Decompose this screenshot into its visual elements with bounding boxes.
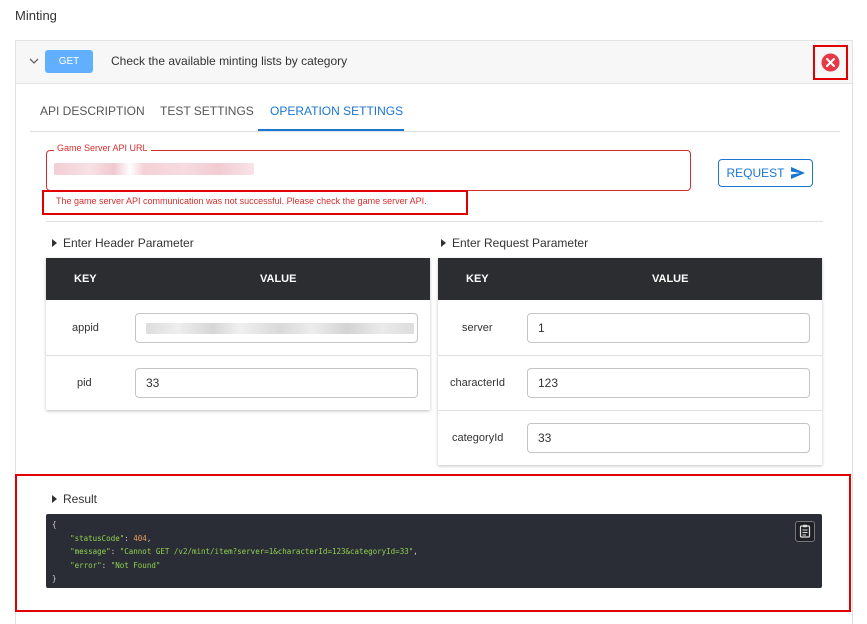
url-value-redacted	[54, 163, 254, 175]
json-value-message: "Cannot GET /v2/mint/item?server=1&chara…	[119, 547, 414, 556]
param-value-pid-input[interactable]: 33	[135, 368, 418, 398]
appid-value-redacted	[146, 323, 414, 334]
copy-result-button[interactable]	[795, 521, 815, 542]
request-button-label: REQUEST	[726, 166, 785, 180]
param-value-appid-input[interactable]	[135, 313, 418, 343]
column-header-value: VALUE	[652, 273, 689, 285]
row-divider	[46, 355, 430, 356]
section-title: Minting	[15, 8, 57, 23]
tab-operation-settings[interactable]: OPERATION SETTINGS	[270, 104, 403, 118]
request-button[interactable]: REQUEST	[718, 159, 813, 187]
json-value-error: "Not Found"	[110, 560, 161, 570]
section-divider	[46, 221, 823, 222]
tab-api-description[interactable]: API DESCRIPTION	[40, 104, 145, 118]
header-params-table: KEY VALUE appid pid 33	[46, 258, 430, 410]
param-value-categoryid-input[interactable]: 33	[527, 423, 810, 453]
json-key-message: "message"	[70, 547, 111, 556]
url-error-message: The game server API communication was no…	[56, 196, 427, 206]
request-params-heading[interactable]: Enter Request Parameter	[441, 236, 588, 250]
caret-right-icon	[52, 495, 57, 503]
url-field-label: Game Server API URL	[54, 143, 151, 153]
param-key-categoryid: categoryId	[452, 432, 504, 444]
header-params-heading[interactable]: Enter Header Parameter	[52, 236, 194, 250]
method-badge: GET	[45, 50, 93, 73]
close-icon[interactable]	[820, 52, 841, 73]
result-json: { "statusCode": 404, "message": "Cannot …	[52, 520, 418, 583]
row-divider	[438, 410, 822, 411]
header-params-heading-label: Enter Header Parameter	[63, 236, 194, 250]
caret-right-icon	[441, 239, 446, 247]
param-key-characterid: characterId	[450, 377, 506, 389]
column-header-value: VALUE	[260, 273, 297, 285]
request-params-heading-label: Enter Request Parameter	[452, 236, 589, 250]
param-key-pid: pid	[77, 377, 92, 389]
result-heading[interactable]: Result	[52, 492, 97, 506]
table-header: KEY VALUE	[46, 258, 430, 300]
request-params-table: KEY VALUE server 1 characterId 123 categ…	[438, 258, 822, 465]
active-tab-indicator	[258, 129, 404, 131]
tab-test-settings[interactable]: TEST SETTINGS	[160, 104, 254, 118]
param-key-appid: appid	[72, 322, 99, 334]
json-value-statuscode: 404	[133, 533, 147, 543]
row-divider	[438, 355, 822, 356]
json-key-statuscode: "statusCode"	[70, 533, 125, 543]
param-key-server: server	[462, 322, 493, 334]
json-open-brace: {	[52, 520, 57, 529]
tabs-divider	[30, 131, 840, 132]
chevron-down-icon[interactable]	[28, 55, 40, 67]
json-close-brace: }	[52, 574, 57, 583]
endpoint-title: Check the available minting lists by cat…	[111, 54, 348, 68]
param-value-server-input[interactable]: 1	[527, 313, 810, 343]
clipboard-icon	[799, 524, 811, 538]
column-header-key: KEY	[466, 273, 489, 285]
result-heading-label: Result	[63, 492, 98, 506]
column-header-key: KEY	[74, 273, 97, 285]
send-icon	[790, 167, 805, 179]
json-key-error: "error"	[70, 560, 102, 570]
table-header: KEY VALUE	[438, 258, 822, 300]
caret-right-icon	[52, 239, 57, 247]
param-value-characterid-input[interactable]: 123	[527, 368, 810, 398]
